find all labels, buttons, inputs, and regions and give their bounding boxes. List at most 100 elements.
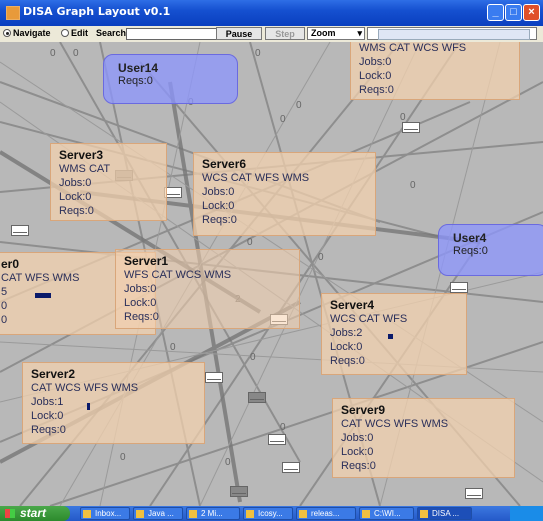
server-services: CAT WCS WFS WMS: [31, 382, 139, 394]
window-icon: [189, 510, 197, 518]
server-jobs: Jobs:0: [359, 56, 392, 68]
start-button[interactable]: start: [0, 506, 70, 521]
server-name: Server2: [31, 367, 76, 381]
taskbar-item-icosy[interactable]: Icosy...: [243, 507, 293, 520]
taskbar-item-label: 2 Mi...: [201, 509, 223, 518]
envelope-icon: [230, 486, 248, 497]
zoom-slider[interactable]: [367, 27, 537, 40]
taskbar-item-releas[interactable]: releas...: [296, 507, 356, 520]
user-reqs: Reqs:0: [118, 75, 153, 87]
mail-icon: [83, 510, 91, 518]
server-reqs: Reqs:0: [341, 460, 376, 472]
server-jobs: Jobs:0: [202, 186, 235, 198]
server-services: WCS CAT WFS WMS: [202, 172, 310, 184]
taskbar-item-inbox[interactable]: Inbox...: [80, 507, 130, 520]
app-icon: [246, 510, 254, 518]
java-icon: [136, 510, 144, 518]
server-reqs: Reqs:0: [59, 205, 94, 217]
taskbar-item-disa[interactable]: DISA ...: [417, 507, 472, 520]
envelope-icon: [248, 392, 266, 403]
start-label: start: [20, 506, 47, 520]
server-node-4[interactable]: Server4 WCS CAT WFS Jobs:2 Lock:0 Reqs:0: [321, 293, 467, 375]
server-services: CAT WCS WFS WMS: [341, 418, 449, 430]
server-services: WFS CAT WCS WMS: [124, 269, 232, 281]
jobs-bar: [35, 293, 51, 298]
server-lock: Lock:0: [59, 191, 92, 203]
edge-label: 0: [50, 48, 56, 59]
search-label: Search: [96, 28, 127, 38]
envelope-icon: [402, 122, 420, 133]
envelope-icon: [205, 372, 223, 383]
title-bar[interactable]: DISA Graph Layout v0.1 _ □ ×: [0, 0, 543, 26]
edge-label: 0: [280, 114, 286, 125]
window-title: DISA Graph Layout v0.1: [23, 5, 171, 18]
user-node-14[interactable]: User14 Reqs:0: [103, 54, 238, 104]
server-node[interactable]: WMS CAT WCS WFS Jobs:0 Lock:0 Reqs:0: [350, 42, 520, 100]
server-lock: Lock:0: [359, 70, 392, 82]
zoom-slider-thumb[interactable]: [378, 29, 530, 40]
server-node-1[interactable]: Server1 WFS CAT WCS WMS Jobs:0 Lock:0 Re…: [115, 249, 300, 329]
server-name: Server6: [202, 157, 247, 171]
navigate-label: Navigate: [13, 28, 51, 38]
user-name: User4: [453, 231, 487, 245]
system-tray[interactable]: [510, 506, 543, 521]
windows-logo-icon: [5, 509, 15, 518]
taskbar-item-mi[interactable]: 2 Mi...: [186, 507, 240, 520]
app-icon: [6, 6, 20, 20]
folder-icon: [299, 510, 307, 518]
server-node-2[interactable]: Server2 CAT WCS WFS WMS Jobs:1 Lock:0 Re…: [22, 362, 205, 444]
user-node-4[interactable]: User4 Reqs:0: [438, 224, 543, 276]
envelope-icon: [11, 225, 29, 236]
server-name: Server9: [341, 403, 386, 417]
edge-label: 0: [410, 180, 416, 191]
edge-label: 0: [280, 422, 286, 433]
server-services: WCS CAT WFS: [330, 313, 408, 325]
edit-radio[interactable]: [61, 29, 69, 37]
taskbar-item-cmd[interactable]: C:\WI...: [359, 507, 414, 520]
toolbar: Navigate Edit Search Pause Step Zoom ▾: [0, 26, 543, 43]
server-services: WMS CAT: [59, 163, 111, 175]
maximize-button[interactable]: □: [505, 4, 522, 21]
edge-label: 0: [255, 48, 261, 59]
server-node-9[interactable]: Server9 CAT WCS WFS WMS Jobs:0 Lock:0 Re…: [332, 398, 515, 478]
taskbar-item-label: releas...: [311, 509, 340, 518]
user-reqs: Reqs:0: [453, 245, 488, 257]
zoom-select-value: Zoom: [311, 28, 336, 38]
taskbar-item-label: Inbox...: [95, 509, 122, 518]
envelope-icon: [282, 462, 300, 473]
server-services: WMS CAT WCS WFS: [359, 42, 467, 54]
server-reqs: Reqs:0: [330, 355, 365, 367]
server-lock: Lock:0: [341, 446, 374, 458]
taskbar-item-java[interactable]: Java ...: [133, 507, 183, 520]
taskbar: start Inbox... Java ... 2 Mi... Icosy...…: [0, 506, 543, 521]
envelope-icon: [465, 488, 483, 499]
navigate-radio[interactable]: [3, 29, 11, 37]
zoom-select[interactable]: Zoom ▾: [307, 27, 365, 40]
app-icon: [420, 510, 428, 518]
edge-label: 0: [318, 252, 324, 263]
jobs-bar: [388, 334, 393, 339]
step-button[interactable]: Step: [265, 27, 305, 40]
server-reqs: Reqs:0: [124, 311, 159, 323]
server-jobs: Jobs:0: [341, 432, 374, 444]
edge-label: 0: [73, 48, 79, 59]
taskbar-item-label: Icosy...: [258, 509, 283, 518]
server-reqs: Reqs:0: [202, 214, 237, 226]
app-window: DISA Graph Layout v0.1 _ □ × Navigate Ed…: [0, 0, 543, 521]
pause-button[interactable]: Pause: [216, 27, 262, 40]
close-button[interactable]: ×: [523, 4, 540, 21]
server-jobs: Jobs:1: [31, 396, 64, 408]
minimize-button[interactable]: _: [487, 4, 504, 21]
edge-label: 0: [250, 352, 256, 363]
server-node-6[interactable]: Server6 WCS CAT WFS WMS Jobs:0 Lock:0 Re…: [193, 152, 376, 236]
graph-canvas[interactable]: 0 0 0 0 0 0 0 0 0 0 0 0 0 0 0 2 WMS CAT …: [0, 42, 543, 506]
user-name: User14: [118, 61, 159, 75]
server-lock: Lock:0: [124, 297, 157, 309]
server-name: Server3: [59, 148, 104, 162]
taskbar-item-label: Java ...: [148, 509, 174, 518]
server-jobs: Jobs:2: [330, 327, 363, 339]
server-node-3[interactable]: Server3 WMS CAT Jobs:0 Lock:0 Reqs:0: [50, 143, 167, 221]
server-jobs: Jobs:0: [59, 177, 92, 189]
edge-label: 0: [296, 100, 302, 111]
edge-label: 0: [247, 237, 253, 248]
